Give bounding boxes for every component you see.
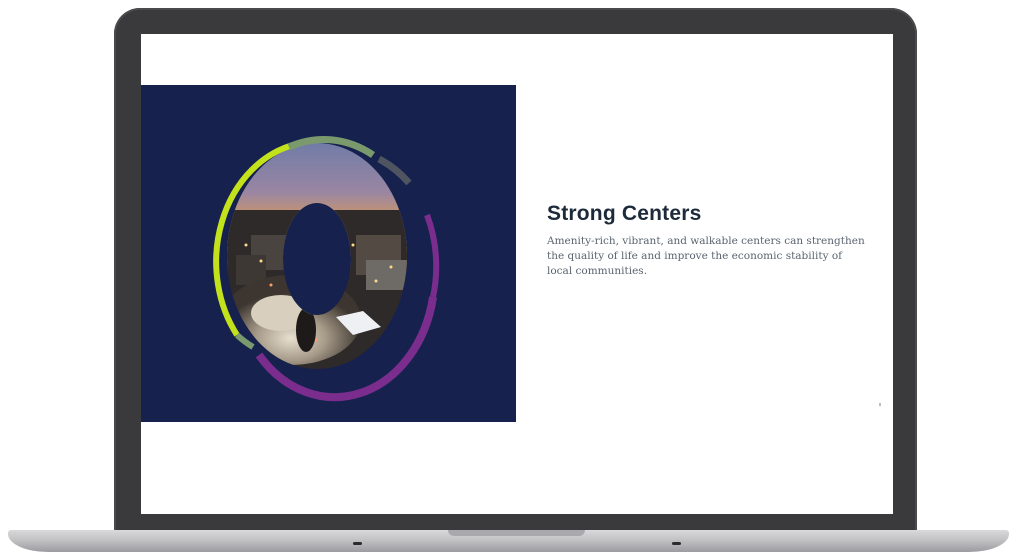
laptop-screen: Strong Centers Amenity-rich, vibrant, an… — [141, 34, 893, 514]
base-foot-right — [672, 542, 681, 545]
slide-corner-mark — [879, 403, 881, 406]
laptop-base — [8, 530, 1009, 552]
base-notch — [448, 530, 585, 536]
hero-image-panel — [141, 85, 516, 422]
slide-body: Amenity-rich, vibrant, and walkable cent… — [547, 235, 865, 277]
slide-text: Strong Centers Amenity-rich, vibrant, an… — [547, 202, 867, 279]
slide-heading: Strong Centers — [547, 202, 702, 225]
laptop-mockup: Strong Centers Amenity-rich, vibrant, an… — [0, 0, 1017, 556]
ring-photo-graphic — [213, 135, 440, 402]
base-foot-left — [353, 542, 362, 545]
